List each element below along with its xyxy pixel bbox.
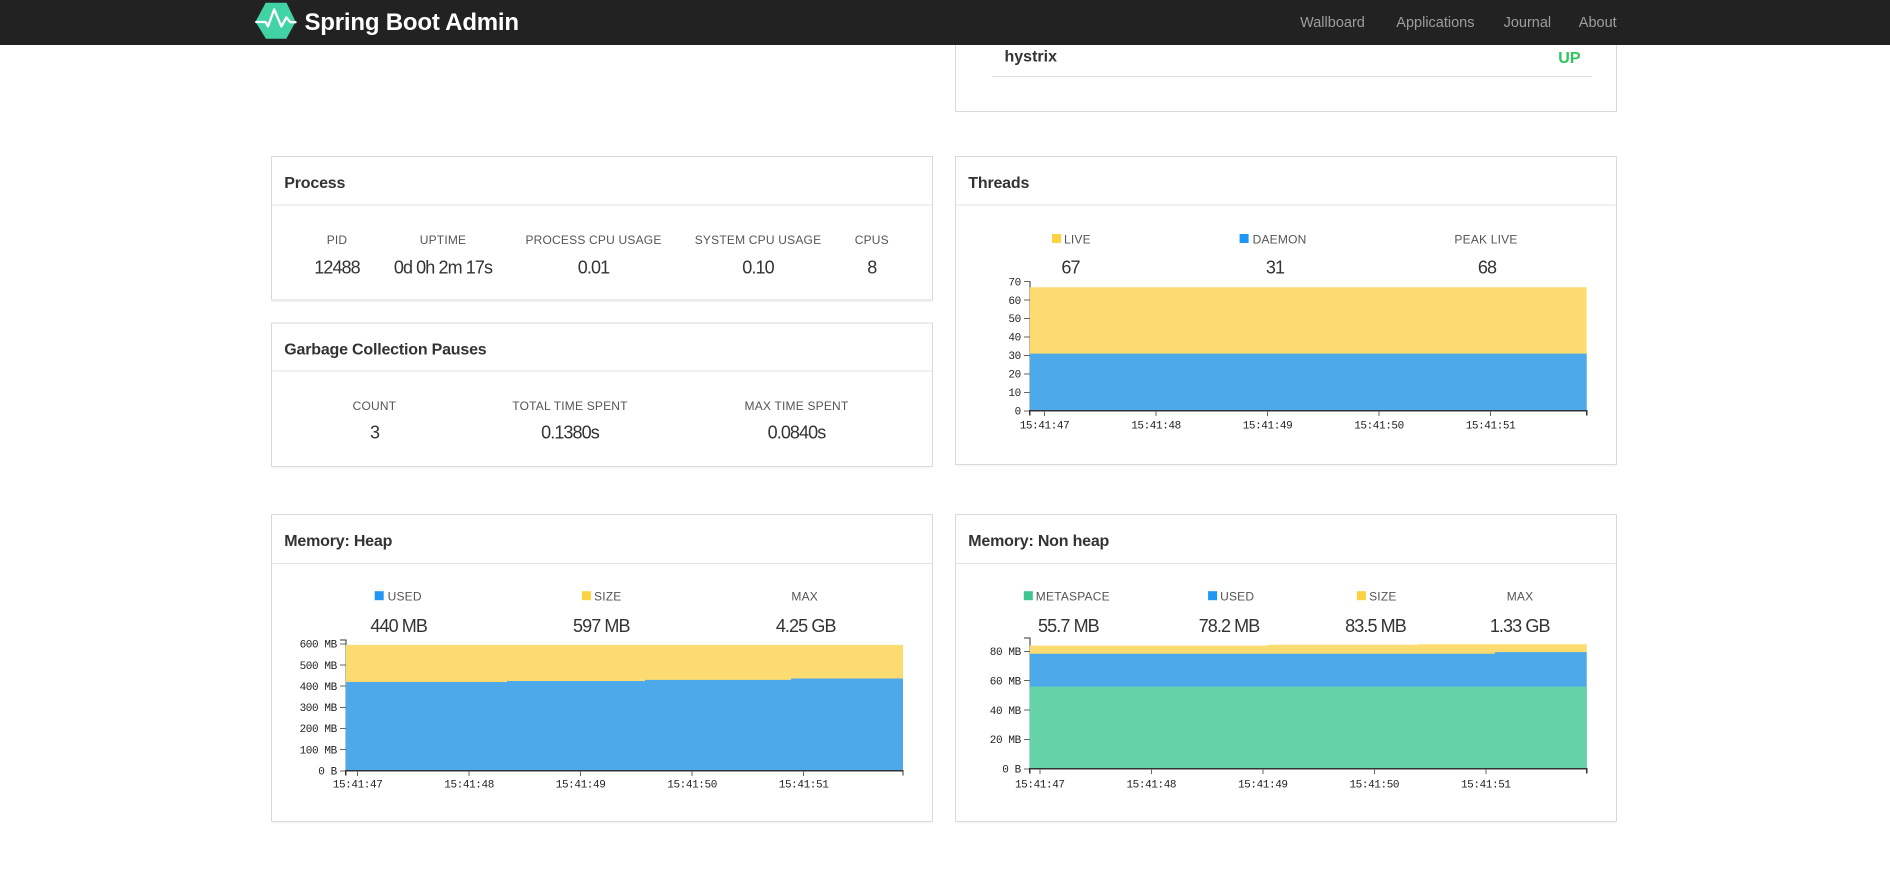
svg-text:UP: UP (1558, 50, 1581, 67)
svg-text:4.25 GB: 4.25 GB (776, 616, 837, 636)
svg-text:PEAK LIVE: PEAK LIVE (1454, 233, 1517, 247)
svg-text:30: 30 (1008, 351, 1020, 363)
svg-text:USED: USED (388, 590, 422, 604)
svg-text:Threads: Threads (968, 175, 1029, 192)
svg-text:SIZE: SIZE (1369, 590, 1396, 604)
svg-text:Journal: Journal (1504, 15, 1552, 31)
svg-text:3: 3 (370, 423, 380, 443)
svg-text:78.2 MB: 78.2 MB (1199, 616, 1261, 636)
svg-text:1.33 GB: 1.33 GB (1490, 616, 1551, 636)
svg-text:METASPACE: METASPACE (1036, 590, 1110, 604)
svg-text:80 MB: 80 MB (990, 647, 1022, 659)
svg-text:15:41:47: 15:41:47 (1015, 780, 1065, 792)
svg-text:40 MB: 40 MB (990, 706, 1022, 718)
svg-text:597 MB: 597 MB (573, 616, 631, 636)
svg-text:Memory: Heap: Memory: Heap (284, 533, 392, 550)
svg-text:400 MB: 400 MB (300, 682, 338, 694)
svg-text:300 MB: 300 MB (300, 703, 338, 715)
svg-text:15:41:48: 15:41:48 (444, 780, 494, 792)
svg-text:15:41:47: 15:41:47 (1020, 421, 1070, 433)
svg-text:LIVE: LIVE (1064, 233, 1091, 247)
svg-text:0.10: 0.10 (742, 258, 774, 278)
svg-text:60: 60 (1008, 296, 1020, 308)
svg-text:15:41:51: 15:41:51 (1461, 780, 1511, 792)
svg-text:0.0840s: 0.0840s (768, 423, 827, 443)
svg-text:DAEMON: DAEMON (1253, 233, 1307, 247)
svg-text:8: 8 (867, 258, 877, 278)
svg-text:About: About (1579, 15, 1617, 31)
svg-text:COUNT: COUNT (353, 399, 397, 413)
svg-text:Applications: Applications (1396, 15, 1474, 31)
svg-text:Wallboard: Wallboard (1300, 15, 1365, 31)
svg-text:15:41:49: 15:41:49 (556, 780, 606, 792)
svg-text:0.1380s: 0.1380s (541, 423, 600, 443)
svg-text:600 MB: 600 MB (300, 640, 338, 652)
svg-text:500 MB: 500 MB (300, 661, 338, 673)
svg-text:0d 0h 2m 17s: 0d 0h 2m 17s (394, 258, 493, 278)
svg-text:Garbage Collection Pauses: Garbage Collection Pauses (284, 342, 486, 359)
svg-text:0 B: 0 B (318, 767, 337, 779)
svg-text:Memory: Non heap: Memory: Non heap (968, 533, 1109, 550)
svg-text:55.7 MB: 55.7 MB (1038, 616, 1100, 636)
svg-text:50: 50 (1008, 314, 1020, 326)
svg-text:15:41:47: 15:41:47 (333, 780, 383, 792)
svg-text:PROCESS CPU USAGE: PROCESS CPU USAGE (525, 233, 661, 247)
svg-text:0 B: 0 B (1002, 765, 1021, 777)
svg-text:15:41:50: 15:41:50 (1354, 421, 1404, 433)
svg-text:10: 10 (1008, 388, 1020, 400)
svg-text:20 MB: 20 MB (990, 735, 1022, 747)
svg-text:15:41:51: 15:41:51 (779, 780, 829, 792)
svg-text:SIZE: SIZE (594, 590, 621, 604)
svg-text:USED: USED (1220, 590, 1254, 604)
svg-text:440 MB: 440 MB (370, 616, 428, 636)
svg-text:15:41:51: 15:41:51 (1466, 421, 1516, 433)
svg-text:15:41:50: 15:41:50 (1349, 780, 1399, 792)
svg-text:hystrix: hystrix (1005, 49, 1058, 66)
svg-text:15:41:48: 15:41:48 (1131, 421, 1181, 433)
svg-text:70: 70 (1008, 277, 1020, 289)
svg-text:15:41:48: 15:41:48 (1126, 780, 1176, 792)
svg-text:MAX TIME SPENT: MAX TIME SPENT (745, 399, 849, 413)
svg-text:Spring Boot Admin: Spring Boot Admin (305, 9, 519, 36)
svg-text:TOTAL TIME SPENT: TOTAL TIME SPENT (512, 399, 628, 413)
svg-text:83.5 MB: 83.5 MB (1345, 616, 1407, 636)
svg-text:SYSTEM CPU USAGE: SYSTEM CPU USAGE (695, 233, 822, 247)
svg-text:100 MB: 100 MB (300, 745, 338, 757)
svg-text:67: 67 (1061, 258, 1080, 278)
svg-text:UPTIME: UPTIME (420, 233, 467, 247)
svg-text:200 MB: 200 MB (300, 724, 338, 736)
svg-text:MAX: MAX (1507, 590, 1534, 604)
svg-text:40: 40 (1008, 333, 1020, 345)
svg-text:0: 0 (1015, 407, 1021, 419)
svg-text:PID: PID (327, 233, 348, 247)
svg-text:68: 68 (1478, 258, 1497, 278)
svg-text:MAX: MAX (791, 590, 818, 604)
svg-text:15:41:49: 15:41:49 (1243, 421, 1293, 433)
svg-text:Process: Process (284, 175, 345, 192)
svg-text:15:41:50: 15:41:50 (667, 780, 717, 792)
svg-text:15:41:49: 15:41:49 (1238, 780, 1288, 792)
svg-text:31: 31 (1266, 258, 1285, 278)
svg-text:12488: 12488 (314, 258, 360, 278)
svg-text:CPUS: CPUS (855, 233, 889, 247)
svg-text:0.01: 0.01 (578, 258, 610, 278)
svg-text:60 MB: 60 MB (990, 676, 1022, 688)
svg-text:20: 20 (1008, 370, 1020, 382)
